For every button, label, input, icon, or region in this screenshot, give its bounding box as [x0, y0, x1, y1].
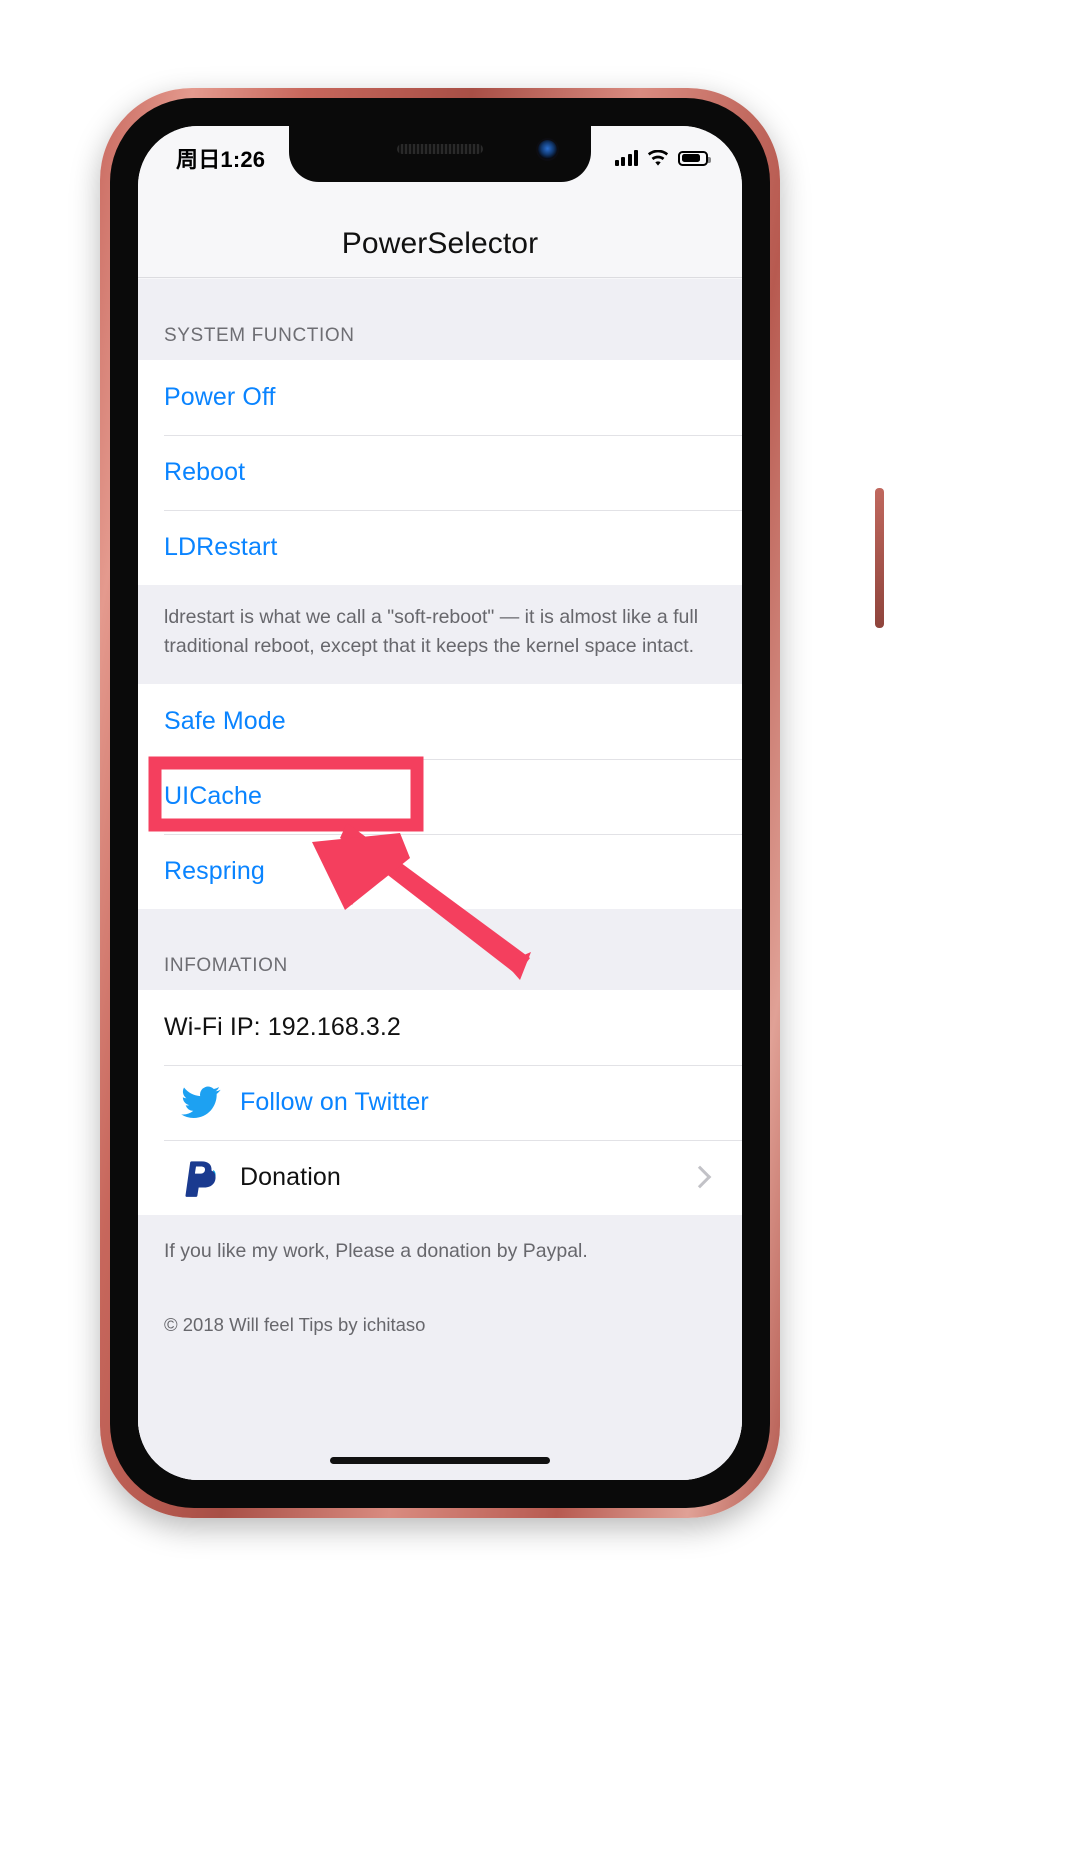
status-icons	[614, 149, 711, 167]
list-item-label: Follow on Twitter	[240, 1087, 429, 1116]
battery-icon	[678, 150, 711, 166]
list-item-donation[interactable]: Donation	[138, 1139, 742, 1215]
phone-bezel: 周日1:26 PowerSelector SYSTEM FUNCTION Pow…	[110, 98, 770, 1508]
twitter-icon	[180, 1081, 222, 1123]
power-button[interactable]	[875, 488, 884, 628]
chevron-right-icon	[688, 1165, 712, 1189]
section-header-system-function: SYSTEM FUNCTION	[138, 279, 742, 360]
wifi-icon	[647, 149, 669, 167]
list-item-safe-mode[interactable]: Safe Mode	[138, 683, 742, 759]
list-item-power-off[interactable]: Power Off	[138, 360, 742, 435]
section-footer-donation: If you like my work, Please a donation b…	[138, 1214, 742, 1288]
phone-device: 周日1:26 PowerSelector SYSTEM FUNCTION Pow…	[100, 88, 884, 1518]
paypal-icon	[180, 1156, 222, 1198]
home-indicator[interactable]	[330, 1457, 550, 1464]
cellular-signal-icon	[614, 150, 638, 166]
list-item-label: Reboot	[164, 458, 246, 486]
section-extra-actions: Safe Mode UICache Respring	[138, 683, 742, 909]
earpiece-speaker-icon	[397, 144, 483, 154]
list-item-label: Donation	[240, 1162, 341, 1191]
list-item-uicache[interactable]: UICache	[138, 758, 742, 834]
list-item-label: Power Off	[164, 383, 276, 411]
status-time: 周日1:26	[176, 147, 266, 172]
wifi-ip-value: Wi-Fi IP: 192.168.3.2	[164, 1012, 401, 1041]
copyright-text: © 2018 Will feel Tips by ichitaso	[138, 1287, 742, 1336]
list-item-ldrestart[interactable]: LDRestart	[138, 510, 742, 585]
notch	[289, 126, 591, 182]
list-item-follow-on-twitter[interactable]: Follow on Twitter	[138, 1064, 742, 1140]
list-item-label: Safe Mode	[164, 706, 286, 735]
list-item-label: LDRestart	[164, 533, 278, 561]
list-item-reboot[interactable]: Reboot	[138, 435, 742, 510]
front-camera-icon	[538, 140, 557, 159]
section-header-infomation: INFOMATION	[138, 908, 742, 990]
settings-list[interactable]: SYSTEM FUNCTION Power Off Reboot LDResta…	[138, 279, 742, 1480]
section-infomation: Wi-Fi IP: 192.168.3.2 Follow on Twitter	[138, 989, 742, 1215]
section-footer-ldrestart-description: ldrestart is what we call a "soft-reboot…	[138, 585, 742, 684]
list-item-label: Respring	[164, 856, 265, 885]
list-item-label: UICache	[164, 781, 262, 810]
list-item-wifi-ip: Wi-Fi IP: 192.168.3.2	[138, 989, 742, 1065]
page-title: PowerSelector	[341, 227, 539, 260]
list-item-respring[interactable]: Respring	[138, 833, 742, 909]
phone-screen: 周日1:26 PowerSelector SYSTEM FUNCTION Pow…	[138, 126, 742, 1480]
section-system-function: Power Off Reboot LDRestart	[138, 360, 742, 585]
